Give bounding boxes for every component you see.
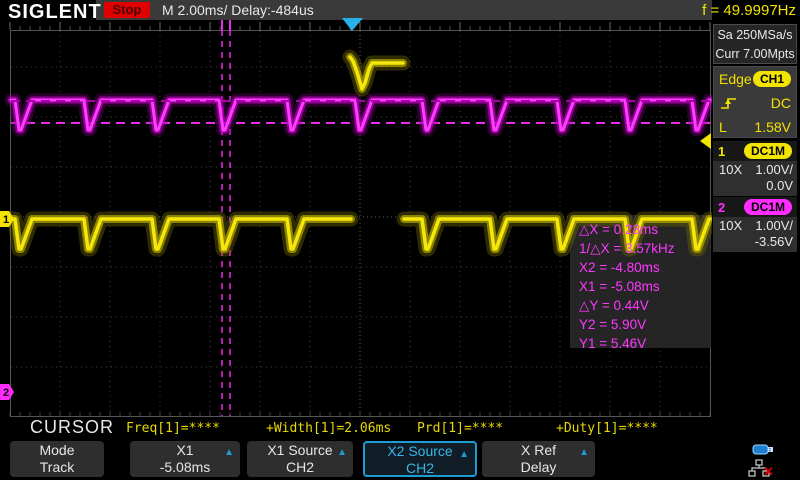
ch1-offset: 0.0V [766, 178, 793, 193]
meas-pwidth: +Width[1]=2.06ms [266, 421, 391, 436]
menu-button-x1-source[interactable]: ▲ X1 Source CH2 [247, 441, 353, 477]
menu-button-x-ref[interactable]: ▲ X Ref Delay [482, 441, 595, 477]
cursor-inv-dx: 1/△X = 3.57kHz [579, 239, 711, 258]
ch1-coupling-badge: DC1M [744, 143, 792, 159]
ch2-trace [11, 100, 710, 130]
oscilloscope-screen: SIGLENT Stop M 2.00ms/ Delay:-484us f = … [0, 0, 800, 480]
ch2-offset-marker[interactable]: 2 [0, 384, 14, 400]
ch2-offset: -3.56V [755, 234, 793, 249]
arrow-up-icon: ▲ [459, 446, 469, 463]
cursor-dy: △Y = 0.44V [579, 296, 711, 315]
channel-2-panel[interactable]: 2 DC1M 10X 1.00V/ -3.56V [713, 197, 797, 252]
meas-period: Prd[1]=**** [417, 421, 503, 436]
cursor-readout-panel: △X = 0.28ms 1/△X = 3.57kHz X2 = -4.80ms … [570, 215, 711, 348]
cursor-dx: △X = 0.28ms [579, 220, 711, 239]
arrow-up-icon: ▲ [224, 444, 234, 461]
ch2-number: 2 [718, 200, 725, 215]
cursor-x2: X2 = -4.80ms [579, 258, 711, 277]
svg-text:2: 2 [3, 387, 9, 399]
menu-button-x1[interactable]: ▲ X1 -5.08ms [130, 441, 240, 477]
menu-button-x2-source[interactable]: ▲ X2 Source CH2 [363, 441, 477, 477]
channel-1-panel[interactable]: 1 DC1M 10X 1.00V/ 0.0V [713, 141, 797, 196]
trigger-type: Edge [719, 71, 752, 87]
lan-x-icon: ✕ [763, 464, 774, 480]
trigger-level-label: L [719, 119, 727, 135]
sample-rate: Sa 250MSa/s [714, 26, 796, 45]
ch2-probe: 10X [719, 218, 742, 233]
ch2-coupling-badge: DC1M [744, 199, 792, 215]
trigger-level-value: 1.58V [754, 119, 791, 135]
usb-device-icon [752, 443, 776, 456]
trigger-source-badge: CH1 [753, 71, 791, 87]
meas-freq: Freq[1]=**** [126, 421, 220, 436]
svg-text:1: 1 [3, 214, 9, 226]
active-menu-title: CURSOR [30, 417, 114, 438]
arrow-up-icon: ▲ [579, 444, 589, 461]
ch1-displaced-segment [350, 57, 403, 89]
ch1-number: 1 [718, 144, 725, 159]
ch2-scale: 1.00V/ [755, 218, 793, 233]
meas-pduty: +Duty[1]=**** [556, 421, 658, 436]
cursor-y1: Y1 = 5.46V [579, 334, 711, 353]
rising-edge-icon [719, 95, 739, 111]
trigger-panel[interactable]: Edge CH1 DC L 1.58V [713, 66, 797, 138]
menu-button-mode[interactable]: Mode Track [10, 441, 104, 477]
ch1-probe: 10X [719, 162, 742, 177]
cursor-x1: X1 = -5.08ms [579, 277, 711, 296]
arrow-up-icon: ▲ [337, 444, 347, 461]
trigger-coupling: DC [771, 95, 791, 111]
trigger-level-marker[interactable] [700, 133, 711, 149]
acquisition-info: Sa 250MSa/s Curr 7.00Mpts [713, 24, 797, 64]
ch1-scale: 1.00V/ [755, 162, 793, 177]
cursor-y2: Y2 = 5.90V [579, 315, 711, 334]
memory-depth: Curr 7.00Mpts [714, 45, 796, 64]
